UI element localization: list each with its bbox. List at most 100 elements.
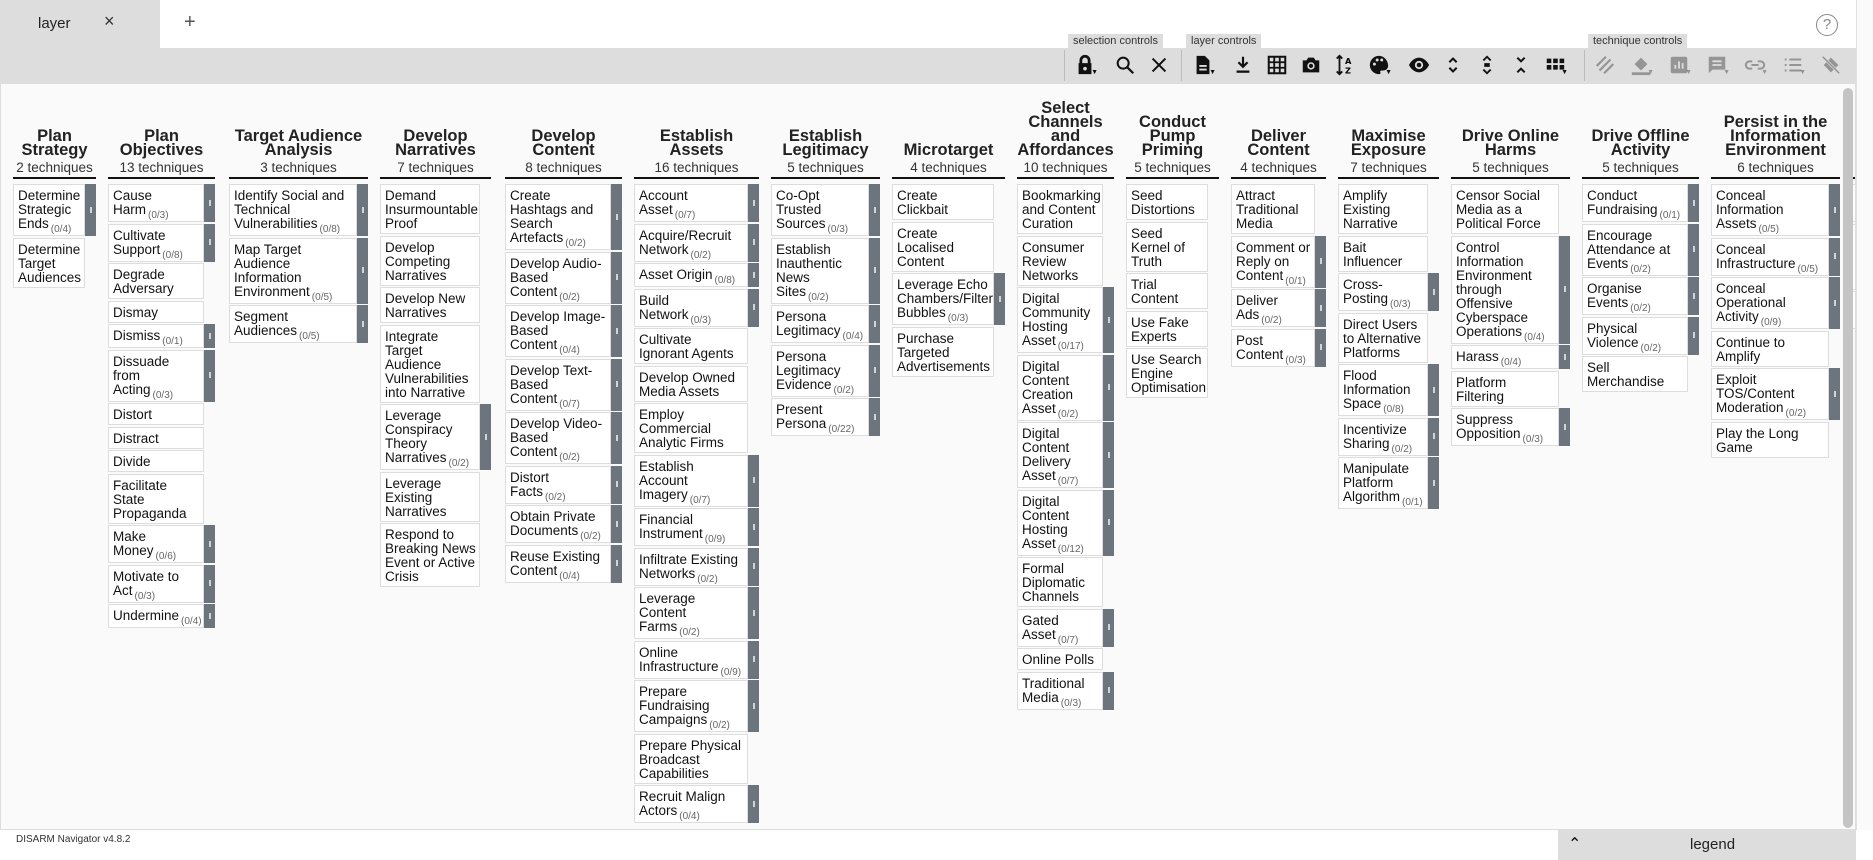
technique-cell[interactable]: Establish Account Imagery (0/7) — [634, 454, 748, 507]
expand-subtechniques-handle[interactable]: ‖ — [748, 263, 759, 287]
technique-cell[interactable]: Deliver Ads (0/2) — [1231, 289, 1315, 327]
expand-subtechniques-handle[interactable]: ‖ — [611, 505, 622, 543]
color-setup-icon[interactable]: ▼ — [1364, 50, 1394, 80]
comment-icon[interactable]: ▼ — [1702, 50, 1732, 80]
render-svg-icon[interactable] — [1296, 50, 1326, 80]
technique-cell[interactable]: Post Content (0/3) — [1231, 328, 1315, 367]
technique-cell[interactable]: Acquire/Recruit Network (0/2) — [634, 223, 748, 262]
expand-subtechniques-handle[interactable]: ‖ — [1688, 184, 1699, 222]
expand-subtechniques-handle[interactable]: ‖ — [1829, 368, 1840, 420]
expand-subtechniques-handle[interactable]: ‖ — [204, 324, 215, 348]
help-icon[interactable]: ? — [1816, 14, 1838, 36]
expand-subtechniques-handle[interactable]: ‖ — [748, 680, 759, 732]
technique-cell[interactable]: Build Network (0/3) — [634, 288, 748, 327]
expand-subtechniques-handle[interactable]: ‖ — [1103, 671, 1114, 710]
expand-subtechniques-handle[interactable]: ‖ — [1829, 237, 1840, 276]
technique-cell[interactable]: Sell Merchandise — [1582, 356, 1688, 392]
technique-cell[interactable]: Conceal Infrastructure (0/5) — [1711, 237, 1829, 276]
technique-cell[interactable]: Obtain Private Documents (0/2) — [505, 505, 611, 543]
tactic-name[interactable]: Microtarget — [904, 142, 994, 159]
technique-cell[interactable]: Persona Legitimacy Evidence (0/2) — [771, 344, 869, 397]
technique-cell[interactable]: Digital Content Creation Asset (0/2) — [1017, 354, 1103, 421]
link-icon[interactable]: ▼ — [1740, 50, 1770, 80]
expand-subtechniques-handle[interactable]: ‖ — [869, 305, 880, 343]
technique-cell[interactable]: Leverage Existing Narratives — [380, 471, 480, 522]
expand-subtechniques-handle[interactable]: ‖ — [748, 288, 759, 327]
technique-cell[interactable]: Financial Instrument (0/9) — [634, 508, 748, 546]
technique-cell[interactable]: Online Polls — [1017, 648, 1103, 670]
technique-cell[interactable]: Undermine (0/4) — [108, 604, 204, 628]
technique-cell[interactable]: Cross-Posting (0/3) — [1338, 273, 1428, 311]
technique-cell[interactable]: Determine Target Audiences — [13, 237, 85, 288]
technique-cell[interactable]: Persona Legitimacy (0/4) — [771, 305, 869, 343]
expand-subtechniques-handle[interactable]: ‖ — [1103, 489, 1114, 556]
scoring-icon[interactable]: ▼ — [1664, 50, 1694, 80]
vertical-scrollbar[interactable] — [1843, 88, 1853, 828]
collapse-subtechniques-icon[interactable] — [1506, 50, 1536, 80]
search-icon[interactable] — [1110, 50, 1140, 80]
technique-cell[interactable]: Attract Traditional Media — [1231, 184, 1315, 234]
technique-cell[interactable]: Develop Image-Based Content (0/4) — [505, 305, 611, 357]
expand-subtechniques-handle[interactable]: ‖ — [1829, 184, 1840, 236]
technique-cell[interactable]: Integrate Target Audience Vulnerabilitie… — [380, 324, 480, 403]
technique-cell[interactable]: Segment Audiences (0/5) — [229, 305, 357, 343]
toggle-disabled-icon[interactable] — [1590, 50, 1620, 80]
expand-subtechniques-handle[interactable]: ‖ — [611, 305, 622, 357]
technique-cell[interactable]: Develop Text-Based Content (0/7) — [505, 358, 611, 411]
expand-subtechniques-handle[interactable]: ‖ — [1428, 364, 1439, 416]
technique-cell[interactable]: Organise Events (0/2) — [1582, 277, 1688, 315]
expand-subtechniques-handle[interactable]: ‖ — [204, 604, 215, 628]
technique-cell[interactable]: Amplify Existing Narrative — [1338, 184, 1428, 234]
tactic-name[interactable]: Develop Content — [505, 128, 622, 159]
technique-cell[interactable]: Employ Commercial Analytic Firms — [634, 403, 748, 453]
expand-subtechniques-handle[interactable]: ‖ — [748, 547, 759, 586]
technique-cell[interactable]: Formal Diplomatic Channels — [1017, 557, 1103, 607]
expand-subtechniques-handle[interactable]: ‖ — [611, 544, 622, 583]
technique-cell[interactable]: Co-Opt Trusted Sources (0/3) — [771, 184, 869, 236]
expand-subtechniques-handle[interactable]: ‖ — [357, 184, 368, 236]
technique-cell[interactable]: Respond to Breaking News Event or Active… — [380, 523, 480, 587]
download-icon[interactable] — [1228, 50, 1258, 80]
tactic-name[interactable]: Conduct Pump Priming — [1126, 114, 1219, 159]
technique-cell[interactable]: Cultivate Support (0/8) — [108, 223, 204, 262]
technique-cell[interactable]: Seed Kernel of Truth — [1126, 221, 1208, 272]
technique-cell[interactable]: Demand Insurmountable Proof — [380, 184, 480, 234]
expand-subtechniques-handle[interactable]: ‖ — [1428, 457, 1439, 509]
metadata-icon[interactable]: ▼ — [1778, 50, 1808, 80]
technique-cell[interactable]: Digital Content Hosting Asset (0/12) — [1017, 489, 1103, 556]
sort-icon[interactable]: AZ — [1330, 50, 1360, 80]
technique-cell[interactable]: Platform Filtering — [1451, 370, 1559, 407]
expand-collapse-icon[interactable] — [1472, 50, 1502, 80]
expand-subtechniques-handle[interactable]: ‖ — [1428, 417, 1439, 456]
technique-cell[interactable]: Prepare Physical Broadcast Capabilities — [634, 733, 748, 784]
expand-subtechniques-handle[interactable]: ‖ — [204, 184, 215, 222]
technique-cell[interactable]: Develop New Narratives — [380, 287, 480, 323]
technique-cell[interactable]: Prepare Fundraising Campaigns (0/2) — [634, 680, 748, 732]
technique-cell[interactable]: Create Clickbait — [892, 184, 994, 220]
technique-cell[interactable]: Develop Owned Media Assets — [634, 365, 748, 402]
tactic-name[interactable]: Persist in the Information Environment — [1711, 114, 1840, 159]
technique-cell[interactable]: Distort — [108, 403, 204, 425]
tactic-name[interactable]: Develop Narratives — [380, 128, 491, 159]
technique-cell[interactable]: Leverage Conspiracy Theory Narratives (0/… — [380, 404, 480, 470]
technique-cell[interactable]: Conceal Information Assets (0/5) — [1711, 184, 1829, 236]
expand-subtechniques-handle[interactable]: ‖ — [1103, 608, 1114, 647]
tactic-name[interactable]: Deliver Content — [1231, 128, 1326, 159]
export-excel-icon[interactable] — [1262, 50, 1292, 80]
technique-cell[interactable]: Conduct Fundraising (0/1) — [1582, 184, 1688, 222]
technique-cell[interactable]: Account Asset (0/7) — [634, 184, 748, 222]
technique-cell[interactable]: Leverage Echo Chambers/Filter Bubbles (0/… — [892, 273, 994, 325]
technique-cell[interactable]: Divide — [108, 450, 204, 472]
expand-subtechniques-handle[interactable]: ‖ — [204, 223, 215, 262]
expand-subtechniques-handle[interactable]: ‖ — [204, 349, 215, 402]
background-color-icon[interactable]: ▼ — [1626, 50, 1656, 80]
technique-cell[interactable]: Comment or Reply on Content (0/1) — [1231, 235, 1315, 288]
technique-cell[interactable]: Create Hashtags and Search Artefacts (0/2… — [505, 184, 611, 250]
technique-cell[interactable]: Infiltrate Existing Networks (0/2) — [634, 547, 748, 586]
tactic-name[interactable]: Plan Objectives — [108, 128, 215, 159]
technique-cell[interactable]: Encourage Attendance at Events (0/2) — [1582, 223, 1688, 276]
tactic-name[interactable]: Maximise Exposure — [1338, 128, 1439, 159]
technique-cell[interactable]: Bookmarking and Content Curation — [1017, 184, 1103, 234]
expand-subtechniques-handle[interactable]: ‖ — [357, 305, 368, 343]
technique-cell[interactable]: Use Search Engine Optimisation — [1126, 348, 1208, 398]
